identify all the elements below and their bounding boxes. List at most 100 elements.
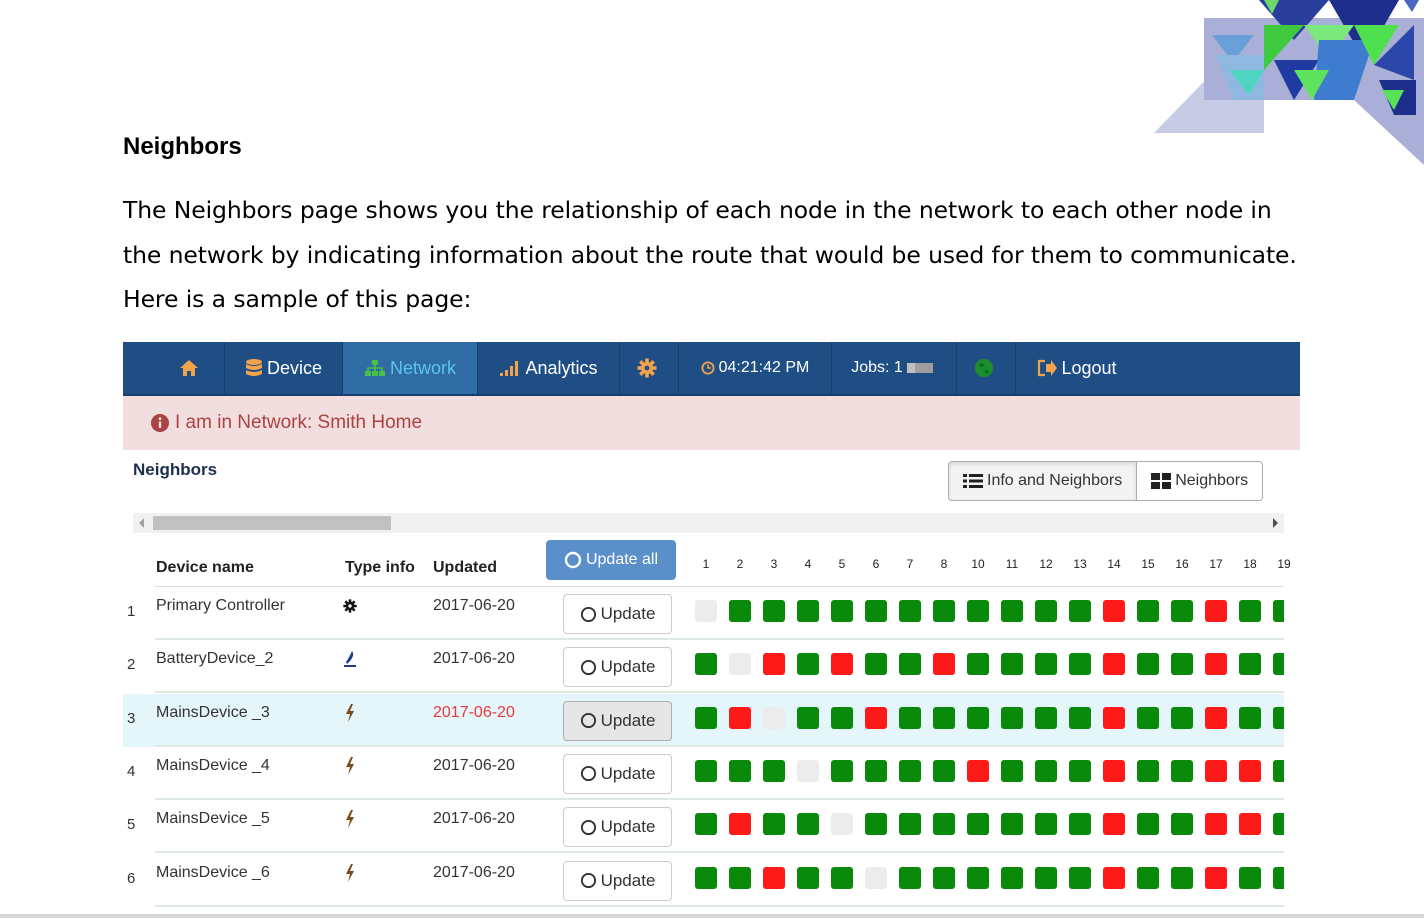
neighbor-cell[interactable] [729,653,751,676]
neighbor-cell[interactable] [695,706,717,729]
neighbor-cell[interactable] [763,600,785,622]
table-row[interactable]: 4 MainsDevice _4 2017-06-20 Update [123,747,1284,800]
neighbor-cell[interactable] [1171,813,1193,836]
neighbor-cell[interactable] [1069,759,1091,782]
neighbor-cell[interactable] [1171,653,1193,676]
neighbor-cell[interactable] [967,600,989,622]
neighbor-cell[interactable] [1069,706,1091,729]
neighbor-cell[interactable] [1171,866,1193,889]
neighbor-cell[interactable] [1137,600,1159,622]
nav-logout[interactable]: Logout [1016,342,1138,394]
device-name[interactable]: MainsDevice _6 [156,864,270,882]
neighbor-cell[interactable] [695,813,717,836]
update-button[interactable]: Update [563,594,672,634]
neighbor-cell[interactable] [899,813,921,836]
neighbor-cell[interactable] [729,706,751,729]
table-row[interactable]: 1 Primary Controller 2017-06-20 Update [123,587,1284,640]
neighbor-cell[interactable] [865,813,887,836]
neighbor-cell[interactable] [1035,600,1057,622]
neighbor-cell[interactable] [1103,813,1125,836]
nav-globe[interactable] [957,342,1016,394]
neighbor-cell[interactable] [797,706,819,729]
neighbor-cell[interactable] [1205,600,1227,622]
table-row[interactable]: 2 BatteryDevice_2 2017-06-20 Update [123,640,1284,694]
neighbor-cell[interactable] [967,759,989,782]
neighbor-cell[interactable] [1001,706,1023,729]
neighbor-cell[interactable] [695,653,717,676]
neighbor-cell[interactable] [831,706,853,729]
neighbor-cell[interactable] [695,866,717,889]
neighbor-cell[interactable] [1239,600,1261,622]
neighbor-cell[interactable] [1273,813,1284,836]
neighbor-cell[interactable] [865,759,887,782]
neighbor-cell[interactable] [831,866,853,889]
neighbor-cell[interactable] [1273,600,1284,622]
neighbor-cell[interactable] [1273,759,1284,782]
nav-device[interactable]: Device [225,342,343,394]
neighbor-cell[interactable] [831,600,853,622]
neighbor-cell[interactable] [865,866,887,889]
neighbor-cell[interactable] [1103,653,1125,676]
neighbor-cell[interactable] [1069,653,1091,676]
neighbor-cell[interactable] [933,813,955,836]
neighbor-cell[interactable] [763,759,785,782]
neighbor-cell[interactable] [933,600,955,622]
update-button[interactable]: Update [563,807,672,848]
device-name[interactable]: MainsDevice _3 [156,704,270,722]
neighbor-cell[interactable] [1035,813,1057,836]
neighbor-cell[interactable] [1035,759,1057,782]
update-button[interactable]: Update [563,753,672,794]
device-name[interactable]: MainsDevice _4 [156,757,270,775]
scrollbar-thumb[interactable] [153,516,391,530]
info-and-neighbors-button[interactable]: Info and Neighbors [948,461,1138,501]
device-name[interactable]: MainsDevice _5 [156,810,270,828]
neighbor-cell[interactable] [1239,706,1261,729]
neighbor-cell[interactable] [1001,759,1023,782]
neighbor-cell[interactable] [1069,866,1091,889]
neighbor-cell[interactable] [1205,759,1227,782]
neighbor-cell[interactable] [933,706,955,729]
neighbor-cell[interactable] [729,866,751,889]
neighbor-cell[interactable] [1001,813,1023,836]
neighbor-cell[interactable] [1205,706,1227,729]
scroll-right-arrow-icon[interactable] [1273,518,1278,528]
neighbor-cell[interactable] [1239,759,1261,782]
horizontal-scrollbar[interactable] [133,513,1284,533]
neighbor-cell[interactable] [831,653,853,676]
neighbor-cell[interactable] [1273,653,1284,676]
neighbor-cell[interactable] [1205,813,1227,836]
device-name[interactable]: BatteryDevice_2 [156,650,273,668]
nav-network[interactable]: Network [343,342,478,394]
neighbor-cell[interactable] [1103,759,1125,782]
neighbor-cell[interactable] [797,759,819,782]
neighbor-cell[interactable] [865,706,887,729]
nav-home[interactable] [157,342,225,394]
table-row[interactable]: 5 MainsDevice _5 2017-06-20 Update [123,800,1284,854]
neighbor-cell[interactable] [763,866,785,889]
neighbor-cell[interactable] [1069,600,1091,622]
scroll-left-arrow-icon[interactable] [139,518,144,528]
neighbor-cell[interactable] [967,653,989,676]
device-name[interactable]: Primary Controller [156,597,285,615]
neighbor-cell[interactable] [695,759,717,782]
neighbor-cell[interactable] [1273,866,1284,889]
neighbor-cell[interactable] [1171,600,1193,622]
neighbor-cell[interactable] [1103,866,1125,889]
neighbor-cell[interactable] [933,653,955,676]
neighbor-cell[interactable] [763,706,785,729]
neighbor-cell[interactable] [1001,866,1023,889]
neighbor-cell[interactable] [899,653,921,676]
neighbor-cell[interactable] [1239,813,1261,836]
neighbor-cell[interactable] [763,653,785,676]
update-all-button[interactable]: Update all [546,540,676,580]
neighbor-cell[interactable] [967,813,989,836]
neighbor-cell[interactable] [967,866,989,889]
neighbor-cell[interactable] [1137,706,1159,729]
neighbor-cell[interactable] [1137,813,1159,836]
neighbor-cell[interactable] [899,706,921,729]
neighbor-cell[interactable] [797,653,819,676]
neighbor-cell[interactable] [1103,600,1125,622]
neighbor-cell[interactable] [967,706,989,729]
neighbor-cell[interactable] [797,600,819,622]
neighbor-cell[interactable] [729,759,751,782]
